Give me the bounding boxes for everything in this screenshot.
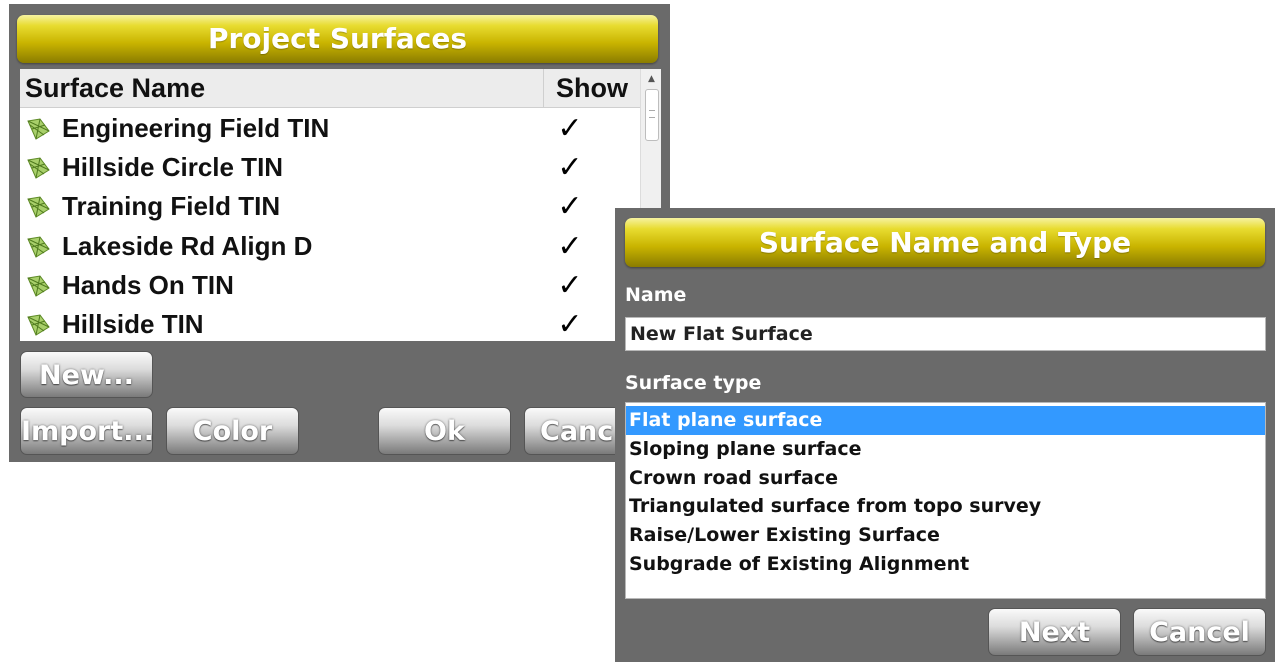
table-row[interactable]: Hillside TIN ✓ xyxy=(20,305,640,341)
surface-name: Engineering Field TIN xyxy=(62,113,330,143)
show-checkmark-icon[interactable]: ✓ xyxy=(548,305,592,341)
surface-tin-icon xyxy=(26,118,51,140)
surface-name: Hillside Circle TIN xyxy=(62,152,284,183)
column-header-show[interactable]: Show xyxy=(543,69,640,107)
list-item-subgrade[interactable]: Subgrade of Existing Alignment xyxy=(626,550,1265,579)
show-checkmark-icon[interactable]: ✓ xyxy=(548,109,592,148)
next-button[interactable]: Next xyxy=(988,608,1121,656)
surface-rows: Engineering Field TIN ✓ Hillside Circle … xyxy=(20,109,640,341)
surface-name: Lakeside Rd Align D xyxy=(62,230,313,261)
table-row[interactable]: Lakeside Rd Align D ✓ xyxy=(20,227,640,266)
list-item-raise-lower[interactable]: Raise/Lower Existing Surface xyxy=(626,521,1265,550)
ok-button[interactable]: Ok xyxy=(378,407,511,455)
surface-tin-icon xyxy=(26,157,51,179)
surface-name-input[interactable] xyxy=(625,317,1266,351)
surface-table: Surface Name Show Engineering Field TIN … xyxy=(20,69,661,341)
surface-name-type-title: Surface Name and Type xyxy=(625,218,1265,267)
import-button[interactable]: Import... xyxy=(20,407,154,455)
surface-tin-icon xyxy=(26,196,51,219)
surface-name: Hillside TIN xyxy=(62,308,204,339)
project-surfaces-dialog: Project Surfaces Surface Name Show Engin… xyxy=(9,4,670,462)
grip-icon xyxy=(649,110,655,118)
show-checkmark-icon[interactable]: ✓ xyxy=(548,266,592,305)
show-checkmark-icon[interactable]: ✓ xyxy=(548,227,592,266)
table-header: Surface Name Show xyxy=(20,69,640,108)
list-item-flat-plane[interactable]: Flat plane surface xyxy=(626,406,1265,435)
show-checkmark-icon[interactable]: ✓ xyxy=(548,148,592,187)
surface-type-label: Surface type xyxy=(625,372,762,394)
surface-name: Hands On TIN xyxy=(62,269,234,300)
show-checkmark-icon[interactable]: ✓ xyxy=(548,187,592,226)
surface-tin-icon xyxy=(26,275,51,297)
surface-name: Training Field TIN xyxy=(62,191,281,222)
surface-tin-icon xyxy=(26,236,51,258)
list-item-triangulated[interactable]: Triangulated surface from topo survey xyxy=(626,492,1265,521)
scroll-thumb[interactable] xyxy=(645,89,659,141)
color-button[interactable]: Color xyxy=(166,407,299,455)
table-row[interactable]: Hillside Circle TIN ✓ xyxy=(20,148,640,187)
scroll-up-arrow-icon[interactable]: ▲ xyxy=(641,69,661,89)
table-row[interactable]: Hands On TIN ✓ xyxy=(20,266,640,305)
cancel-button[interactable]: Cancel xyxy=(1133,608,1266,656)
surface-name-type-dialog: Surface Name and Type Name Surface type … xyxy=(615,208,1275,662)
column-header-surface-name[interactable]: Surface Name xyxy=(25,69,205,107)
project-surfaces-title: Project Surfaces xyxy=(17,15,658,63)
surface-tin-icon xyxy=(26,314,51,336)
table-row[interactable]: Engineering Field TIN ✓ xyxy=(20,109,640,148)
surface-type-list[interactable]: Flat plane surface Sloping plane surface… xyxy=(625,402,1266,599)
list-item-crown-road[interactable]: Crown road surface xyxy=(626,464,1265,493)
list-item-sloping-plane[interactable]: Sloping plane surface xyxy=(626,435,1265,464)
table-row[interactable]: Training Field TIN ✓ xyxy=(20,187,640,226)
new-button[interactable]: New... xyxy=(20,351,153,398)
name-label: Name xyxy=(625,284,687,306)
